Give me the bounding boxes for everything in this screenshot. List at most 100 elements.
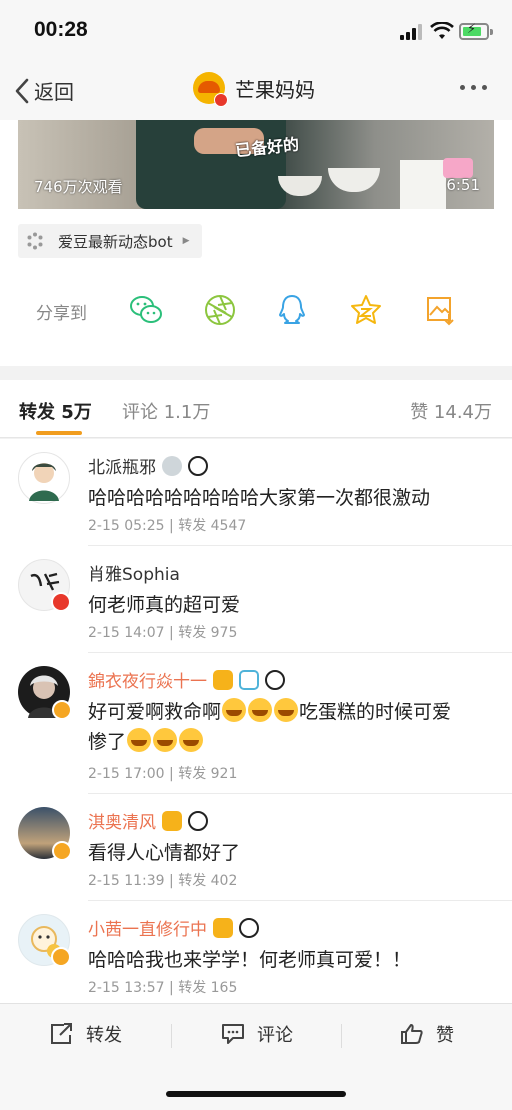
verified-badge-icon: [214, 93, 228, 107]
tab-like[interactable]: 赞 14.4万: [410, 398, 492, 424]
user-row: 小茜一直修行中: [88, 915, 259, 940]
wechat-icon[interactable]: [128, 292, 164, 328]
avatar[interactable]: [18, 452, 70, 504]
vip-crown-icon: [213, 917, 233, 938]
tab-bar: 转发 5万 评论 1.1万 赞 14.4万: [0, 380, 512, 438]
back-label: 返回: [34, 80, 74, 104]
username[interactable]: 肖雅Sophia: [88, 560, 180, 585]
list-item[interactable]: 肖雅Sophia 何老师真的超可爱 2-15 14:07 | 转发 975: [0, 546, 512, 653]
user-row: 淇奥清风: [88, 808, 208, 833]
tab-comment[interactable]: 评论 1.1万: [122, 398, 210, 424]
vip-crown-icon: [162, 810, 182, 831]
repost-date: 2-15 17:00: [88, 766, 165, 782]
nav-bar: 返回 芒果妈妈: [0, 62, 512, 120]
list-item[interactable]: 淇奥清风 看得人心情都好了 2-15 11:39 | 转发 402: [0, 794, 512, 901]
thumbs-up-icon: [401, 1024, 423, 1044]
user-row: 錦衣夜行焱十一: [88, 667, 285, 692]
home-indicator: [166, 1091, 346, 1097]
more-options-icon[interactable]: [460, 85, 487, 90]
bottom-action-bar: 转发 评论 赞: [0, 1003, 512, 1110]
repost-label: 转发: [86, 1025, 122, 1046]
repost-meta: 2-15 14:07 | 转发 975: [88, 625, 238, 641]
verified-badge-icon: [52, 700, 72, 720]
panda-icon: [239, 917, 259, 938]
list-item[interactable]: 錦衣夜行焱十一 好可爱啊救命啊 吃蛋糕的时候可爱 惨了 2-15 17:00 | …: [0, 653, 512, 794]
back-button[interactable]: 返回: [14, 76, 74, 105]
user-row: 北派瓶邪: [88, 453, 208, 478]
like-label: 赞: [436, 1025, 454, 1046]
video-duration: 6:51: [446, 176, 480, 194]
verified-badge-icon: [52, 841, 72, 861]
username[interactable]: 錦衣夜行焱十一: [88, 667, 207, 692]
video-subtitle: 已备好的: [234, 134, 300, 161]
video-views: 746万次观看: [34, 178, 123, 196]
repost-icon: [51, 1023, 72, 1044]
vip-crown-icon: [213, 669, 233, 690]
repost-text-part: 惨了: [88, 731, 127, 753]
username[interactable]: 小茜一直修行中: [88, 915, 207, 940]
repost-text: 哈哈哈哈哈哈哈哈哈大家第一次都很激动: [88, 487, 431, 509]
repost-list: 北派瓶邪 哈哈哈哈哈哈哈哈哈大家第一次都很激动 2-15 05:25 | 转发 …: [0, 439, 512, 1003]
save-image-icon[interactable]: [422, 292, 458, 328]
panda-icon: [265, 669, 285, 690]
list-item[interactable]: 北派瓶邪 哈哈哈哈哈哈哈哈哈大家第一次都很激动 2-15 05:25 | 转发 …: [0, 439, 512, 546]
username[interactable]: 淇奥清风: [88, 808, 156, 833]
tab-repost[interactable]: 转发 5万: [19, 398, 92, 424]
repost-text-part: 好可爱啊救命啊: [88, 701, 222, 723]
share-row: 分享到: [0, 286, 512, 334]
nav-title-group[interactable]: 芒果妈妈: [193, 72, 315, 107]
list-item[interactable]: 小茜一直修行中 哈哈哈我也来学学！何老师真可爱！！ 2-15 13:57 | 转…: [0, 901, 512, 1003]
repost-count: 转发 165: [178, 980, 238, 996]
repost-text: 好可爱啊救命啊 吃蛋糕的时候可爱 惨了: [88, 697, 498, 757]
share-label: 分享到: [36, 304, 87, 324]
comment-button[interactable]: 评论: [221, 1021, 293, 1047]
divider: [341, 1024, 342, 1048]
channel-logo: [443, 158, 473, 178]
repost-count: 转发 921: [178, 766, 238, 782]
repost-count: 转发 975: [178, 625, 238, 641]
status-time: 00:28: [34, 18, 88, 41]
wifi-icon: [430, 22, 454, 39]
avatar[interactable]: [18, 807, 72, 861]
repost-date: 2-15 14:07: [88, 625, 165, 641]
repost-text-part: 吃蛋糕的时候可爱: [299, 701, 452, 723]
spinner-dots-icon: [27, 232, 43, 250]
avatar[interactable]: [18, 666, 72, 720]
divider: [171, 1024, 172, 1048]
verified-badge-icon: [51, 592, 71, 612]
username[interactable]: 北派瓶邪: [88, 453, 156, 478]
comment-label: 评论: [257, 1025, 293, 1046]
video-thumbnail[interactable]: 已备好的 746万次观看 6:51: [18, 120, 494, 209]
qzone-icon[interactable]: [348, 292, 384, 328]
panda-icon: [188, 455, 208, 476]
tab-indicator: [36, 431, 82, 435]
repost-meta: 2-15 13:57 | 转发 165: [88, 980, 238, 996]
battery-icon: ⚡: [459, 22, 493, 40]
post-card: 已备好的 746万次观看 6:51 爱豆最新动态bot ▶ 分享到: [0, 120, 512, 366]
avatar: [193, 72, 228, 107]
repost-button[interactable]: 转发: [50, 1021, 122, 1047]
laugh-cry-emoji-icon: [222, 698, 247, 722]
repost-meta: 2-15 05:25 | 转发 4547: [88, 518, 247, 534]
repost-meta: 2-15 17:00 | 转发 921: [88, 766, 238, 782]
like-button[interactable]: 赞: [400, 1021, 454, 1047]
moments-icon[interactable]: [202, 292, 238, 328]
qq-icon[interactable]: [274, 292, 310, 328]
laugh-cry-emoji-icon: [274, 698, 299, 722]
repost-date: 2-15 13:57: [88, 980, 165, 996]
repost-date: 2-15 05:25: [88, 518, 165, 534]
repost-count: 转发 402: [178, 873, 238, 889]
comment-icon: [222, 1024, 244, 1044]
repost-text: 哈哈哈我也来学学！何老师真可爱！！: [88, 949, 412, 971]
repost-count: 转发 4547: [178, 518, 247, 534]
user-row: 肖雅Sophia: [88, 560, 180, 585]
avatar[interactable]: [18, 559, 71, 612]
laugh-cry-emoji-icon: [248, 698, 273, 722]
source-tag[interactable]: 爱豆最新动态bot ▶: [18, 224, 202, 258]
medal-icon: [162, 455, 182, 476]
tears-of-joy-emoji-icon: [153, 728, 178, 752]
avatar[interactable]: [18, 914, 71, 967]
tears-of-joy-emoji-icon: [179, 728, 204, 752]
source-label: 爱豆最新动态bot: [58, 232, 173, 251]
signal-icon: [400, 24, 424, 40]
